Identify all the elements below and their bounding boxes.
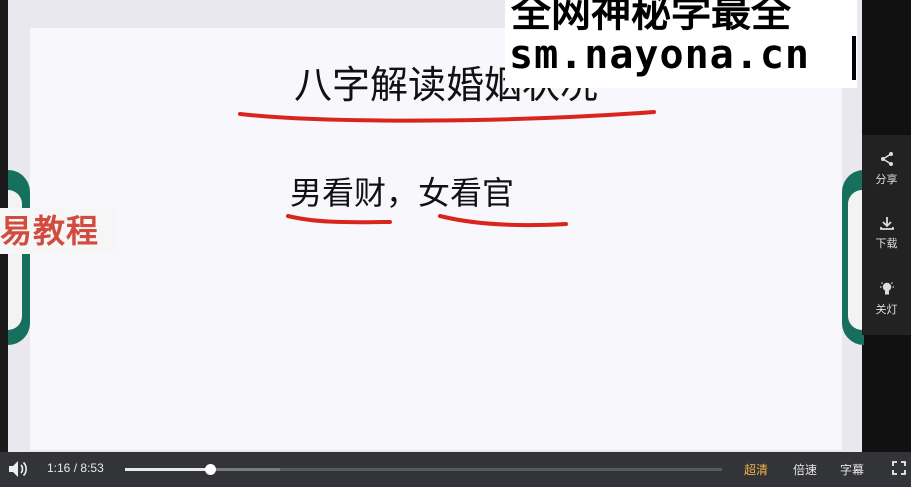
progress-track[interactable]	[125, 464, 722, 475]
download-icon	[879, 217, 894, 230]
text-cursor	[852, 36, 856, 80]
duration: 8:53	[80, 461, 104, 475]
fullscreen-icon[interactable]	[892, 461, 906, 475]
control-bar: 1:16 / 8:53 超清 倍速 字幕	[0, 452, 911, 487]
download-button[interactable]: 下载	[862, 215, 911, 251]
video-player[interactable]: 易教程 八字解读婚姻状况 男看财，女看官 全网神秘学最全 sm.nayona.c…	[0, 0, 911, 487]
quality-button[interactable]: 超清	[744, 461, 768, 478]
watermark-line2: sm.nayona.cn	[509, 32, 810, 78]
light-label: 关灯	[875, 303, 898, 316]
side-action-panel: 分享 下载 关灯	[862, 135, 911, 335]
subtitle-underline-left	[286, 214, 392, 225]
title-underline	[238, 110, 656, 123]
time-separator: /	[73, 461, 78, 475]
share-button[interactable]: 分享	[862, 151, 911, 187]
share-label: 分享	[875, 173, 898, 186]
light-toggle-button[interactable]: 关灯	[862, 281, 911, 317]
played-bar	[125, 468, 211, 471]
progress-thumb[interactable]	[205, 464, 217, 475]
speed-button[interactable]: 倍速	[793, 461, 817, 478]
download-label: 下载	[875, 237, 898, 250]
volume-icon[interactable]	[8, 460, 28, 478]
time-display: 1:16 / 8:53	[47, 461, 104, 475]
current-time: 1:16	[47, 461, 71, 475]
share-icon	[880, 152, 893, 166]
subtitle-underline-right	[438, 214, 568, 228]
subtitle-button[interactable]: 字幕	[840, 461, 864, 478]
watermark-overlay: 全网神秘学最全 sm.nayona.cn	[505, 0, 857, 88]
lightbulb-icon	[879, 282, 894, 295]
